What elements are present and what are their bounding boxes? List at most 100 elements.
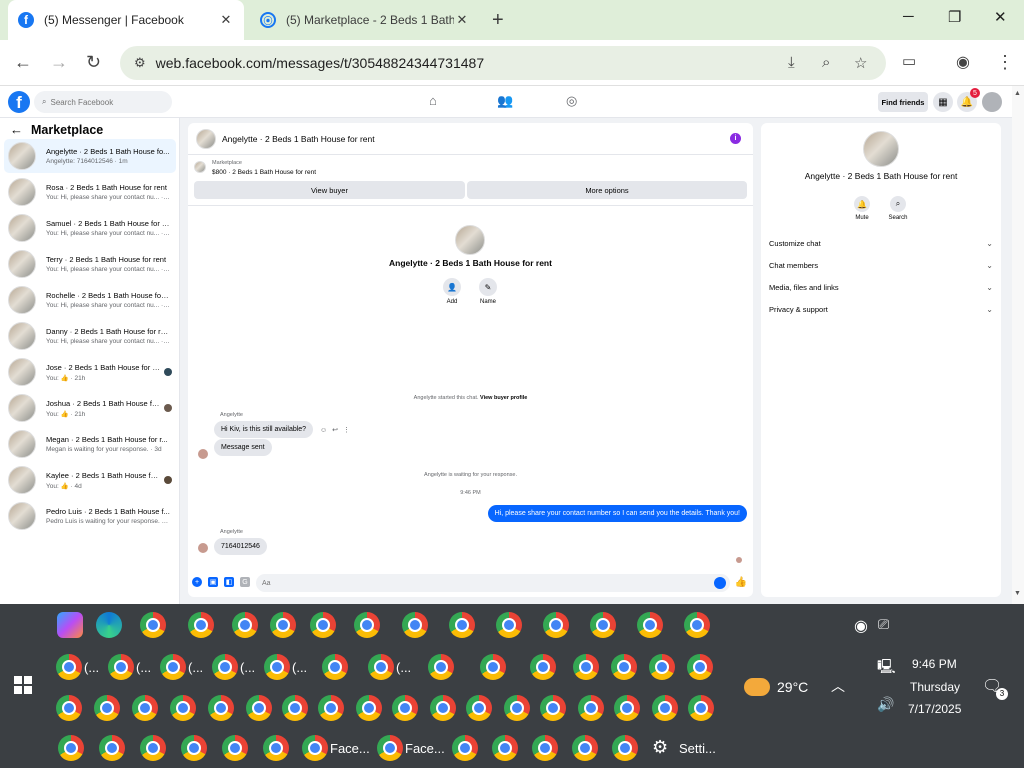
close-window-icon[interactable]: ✕ [994, 8, 1007, 26]
info-icon[interactable]: i [730, 133, 741, 144]
new-tab-icon[interactable]: + [492, 9, 504, 32]
chat-list-item[interactable]: Rochelle · 2 Beds 1 Bath House for ... Yo… [4, 283, 176, 317]
search-input[interactable] [50, 97, 161, 107]
chrome-icon[interactable] [56, 695, 82, 721]
chat-list-item[interactable]: Megan · 2 Beds 1 Bath House for r... Mega… [4, 427, 176, 461]
groups-icon[interactable]: ◎ [566, 93, 577, 109]
chrome-icon[interactable] [140, 735, 166, 761]
clock-day[interactable]: Thursday [910, 680, 960, 694]
address-bar[interactable]: ⚙ web.facebook.com/messages/t/3054882434… [120, 46, 886, 80]
chrome-icon[interactable] [99, 735, 125, 761]
more-options-button[interactable]: More options [467, 181, 747, 199]
tab-marketplace[interactable]: ⦿ (5) Marketplace - 2 Beds 1 Bath ✕ [250, 0, 480, 40]
settings-gear-icon[interactable]: ⚙ [652, 737, 668, 758]
plus-icon[interactable]: + [192, 577, 202, 587]
chrome-icon[interactable] [452, 735, 478, 761]
tab-messenger[interactable]: f (5) Messenger | Facebook ✕ [8, 0, 244, 40]
chrome-icon[interactable] [430, 695, 456, 721]
chrome-icon[interactable] [318, 695, 344, 721]
copilot-icon[interactable] [57, 612, 83, 638]
menu-kebab-icon[interactable]: ⋮ [996, 52, 1014, 73]
message-actions[interactable]: ☺↩⋮ [320, 426, 355, 434]
profile-avatar[interactable] [863, 131, 899, 167]
section-privacy-support[interactable]: Privacy & support ⌄ [769, 301, 993, 317]
conversation-title[interactable]: Angelytte · 2 Beds 1 Bath House for rent [222, 134, 375, 144]
gif-icon[interactable]: G [240, 577, 250, 587]
chrome-icon[interactable] [614, 695, 640, 721]
chrome-icon[interactable] [684, 612, 710, 638]
chrome-icon[interactable] [402, 612, 428, 638]
back-icon[interactable]: ← [14, 52, 32, 73]
close-tab-icon[interactable]: ✕ [454, 12, 470, 28]
chrome-icon[interactable] [310, 612, 336, 638]
find-friends-button[interactable]: Find friends [878, 92, 928, 112]
install-app-icon[interactable]: ⤓ [788, 54, 795, 71]
view-buyer-profile-link[interactable]: View buyer profile [480, 395, 527, 401]
chrome-icon[interactable] [590, 612, 616, 638]
chrome-icon[interactable] [270, 612, 296, 638]
chrome-icon[interactable] [573, 654, 599, 680]
chat-list-item[interactable]: Kaylee · 2 Beds 1 Bath House for... You: … [4, 463, 176, 497]
chrome-icon[interactable] [530, 654, 556, 680]
chrome-icon[interactable] [637, 612, 663, 638]
volume-icon[interactable]: 🔊 [877, 696, 894, 713]
listing-bar[interactable]: Marketplace $800 · 2 Beds 1 Bath House f… [188, 156, 753, 180]
chrome-icon[interactable] [322, 654, 348, 680]
chrome-icon[interactable] [480, 654, 506, 680]
site-info-icon[interactable]: ⚙ [134, 55, 146, 71]
reload-icon[interactable]: ↻ [86, 52, 101, 73]
cast-icon[interactable]: ▭ [902, 52, 916, 70]
chrome-icon[interactable] [687, 654, 713, 680]
network-icon[interactable]: 🖳 [877, 656, 896, 680]
chrome-icon[interactable] [212, 654, 238, 680]
chrome-icon[interactable] [282, 695, 308, 721]
view-buyer-button[interactable]: View buyer [194, 181, 465, 199]
name-action[interactable]: ✎ Name [473, 278, 503, 305]
add-action[interactable]: 👤 Add [437, 278, 467, 305]
chrome-icon[interactable] [170, 695, 196, 721]
chat-list-item[interactable]: Pedro Luis · 2 Beds 1 Bath House f... Ped… [4, 499, 176, 533]
chrome-icon[interactable] [368, 654, 394, 680]
edge-icon[interactable] [96, 612, 122, 638]
chrome-icon[interactable] [496, 612, 522, 638]
chrome-icon[interactable] [612, 735, 638, 761]
scroll-up-icon[interactable]: ▲ [1014, 90, 1021, 97]
chrome-icon[interactable] [302, 735, 328, 761]
chrome-icon[interactable] [208, 695, 234, 721]
restore-icon[interactable]: ❐ [948, 8, 961, 26]
chrome-icon[interactable] [688, 695, 714, 721]
chrome-icon[interactable] [94, 695, 120, 721]
chrome-icon[interactable] [466, 695, 492, 721]
sticker-icon[interactable]: ◧ [224, 577, 234, 587]
facebook-search[interactable]: ⌕ [34, 91, 172, 113]
chat-list-item[interactable]: Joshua · 2 Beds 1 Bath House fo... You: 👍… [4, 391, 176, 425]
chrome-icon[interactable] [263, 735, 289, 761]
chrome-icon[interactable] [108, 654, 134, 680]
chrome-icon[interactable] [652, 695, 678, 721]
chrome-icon[interactable] [264, 654, 290, 680]
chrome-icon[interactable] [160, 654, 186, 680]
zoom-icon[interactable]: ⌕ [822, 54, 830, 71]
chrome-icon[interactable] [504, 695, 530, 721]
forward-icon[interactable]: → [50, 52, 68, 73]
chrome-icon[interactable] [428, 654, 454, 680]
image-icon[interactable]: ▣ [208, 577, 218, 587]
facebook-logo-icon[interactable]: f [8, 91, 30, 113]
mute-action[interactable]: 🔔 Mute [847, 196, 877, 221]
back-arrow-icon[interactable]: ← [10, 122, 23, 137]
chat-list-item[interactable]: Terry · 2 Beds 1 Bath House for rent You:… [4, 247, 176, 281]
chrome-icon[interactable] [578, 695, 604, 721]
chrome-icon[interactable] [532, 735, 558, 761]
page-scrollbar[interactable]: ▲ ▼ [1012, 86, 1024, 604]
emoji-icon[interactable] [714, 577, 726, 589]
chrome-icon[interactable] [543, 612, 569, 638]
avatar[interactable] [196, 128, 216, 149]
chrome-icon[interactable] [572, 735, 598, 761]
chat-list-item[interactable]: Danny · 2 Beds 1 Bath House for re... You… [4, 319, 176, 353]
chrome-icon[interactable] [356, 695, 382, 721]
chrome-icon[interactable] [449, 612, 475, 638]
section-media-files[interactable]: Media, files and links ⌄ [769, 279, 993, 295]
chrome-icon[interactable] [649, 654, 675, 680]
chrome-icon[interactable] [132, 695, 158, 721]
chat-list-item[interactable]: Angelytte · 2 Beds 1 Bath House fo... Ang… [4, 139, 176, 173]
